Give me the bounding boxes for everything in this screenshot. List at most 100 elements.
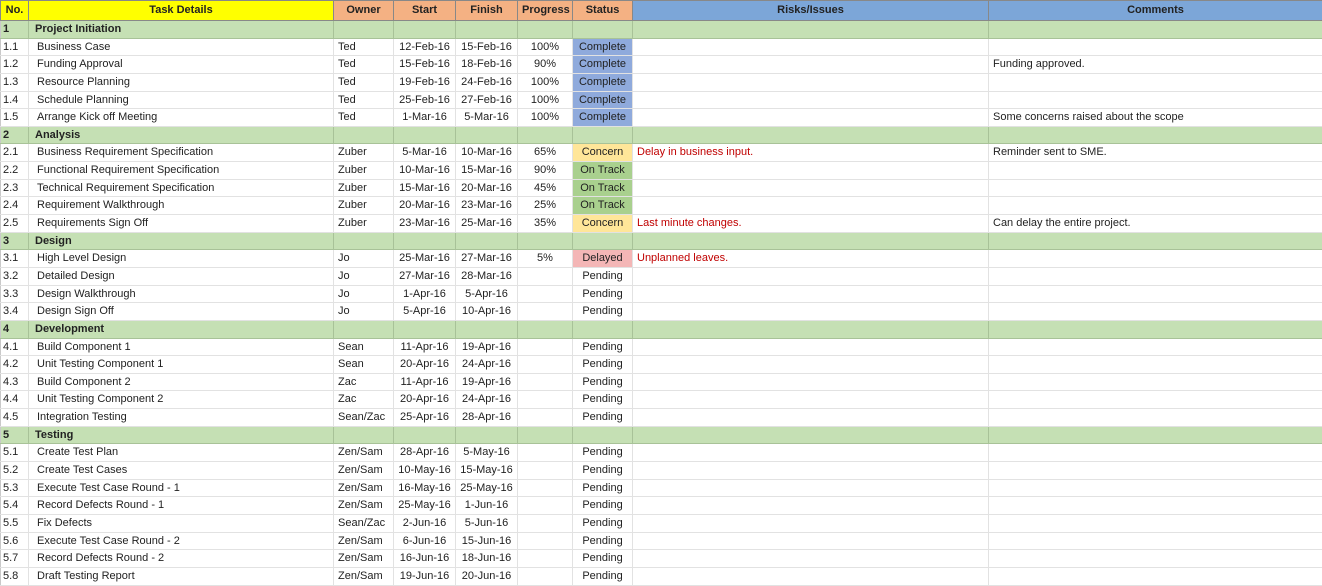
cell-comment[interactable]: Some concerns raised about the scope [989,109,1322,127]
cell-start[interactable] [394,232,456,250]
cell-progress[interactable]: 90% [518,162,573,180]
table-row[interactable]: 3.1High Level DesignJo25-Mar-1627-Mar-16… [1,250,1322,268]
col-header-comments[interactable]: Comments [989,1,1322,21]
cell-no[interactable]: 5.2 [1,462,29,480]
cell-no[interactable]: 3.1 [1,250,29,268]
cell-risk[interactable] [633,409,989,427]
cell-finish[interactable] [456,126,518,144]
cell-owner[interactable]: Ted [334,73,394,91]
task-table[interactable]: No. Task Details Owner Start Finish Prog… [0,0,1322,586]
cell-risk[interactable] [633,567,989,585]
cell-owner[interactable]: Zuber [334,215,394,233]
cell-progress[interactable] [518,409,573,427]
cell-status[interactable]: Pending [573,356,633,374]
cell-start[interactable]: 10-Mar-16 [394,162,456,180]
cell-no[interactable]: 5.1 [1,444,29,462]
table-row[interactable]: 1.4Schedule PlanningTed25-Feb-1627-Feb-1… [1,91,1322,109]
cell-owner[interactable] [334,426,394,444]
cell-task[interactable]: Testing [29,426,334,444]
cell-finish[interactable]: 1-Jun-16 [456,497,518,515]
cell-progress[interactable] [518,285,573,303]
cell-finish[interactable]: 24-Apr-16 [456,356,518,374]
cell-status[interactable]: Complete [573,56,633,74]
col-header-owner[interactable]: Owner [334,1,394,21]
table-row[interactable]: 2.5Requirements Sign OffZuber23-Mar-1625… [1,215,1322,233]
cell-finish[interactable]: 10-Mar-16 [456,144,518,162]
cell-task[interactable]: Integration Testing [29,409,334,427]
cell-task[interactable]: Create Test Plan [29,444,334,462]
cell-comment[interactable] [989,73,1322,91]
cell-risk[interactable] [633,320,989,338]
col-header-finish[interactable]: Finish [456,1,518,21]
cell-owner[interactable]: Zen/Sam [334,567,394,585]
cell-progress[interactable] [518,21,573,39]
table-row[interactable]: 5.7Record Defects Round - 2Zen/Sam16-Jun… [1,550,1322,568]
cell-owner[interactable] [334,126,394,144]
cell-owner[interactable]: Zuber [334,179,394,197]
cell-status[interactable]: Pending [573,550,633,568]
cell-start[interactable]: 6-Jun-16 [394,532,456,550]
cell-risk[interactable]: Last minute changes. [633,215,989,233]
cell-progress[interactable] [518,426,573,444]
cell-progress[interactable]: 100% [518,73,573,91]
cell-progress[interactable]: 65% [518,144,573,162]
cell-comment[interactable] [989,356,1322,374]
cell-risk[interactable] [633,426,989,444]
cell-progress[interactable] [518,126,573,144]
cell-owner[interactable]: Zuber [334,162,394,180]
cell-status[interactable]: On Track [573,162,633,180]
table-row[interactable]: 2.3Technical Requirement SpecificationZu… [1,179,1322,197]
cell-risk[interactable] [633,21,989,39]
cell-task[interactable]: Resource Planning [29,73,334,91]
col-header-no[interactable]: No. [1,1,29,21]
cell-owner[interactable]: Zuber [334,197,394,215]
cell-comment[interactable] [989,179,1322,197]
cell-start[interactable]: 25-Feb-16 [394,91,456,109]
cell-risk[interactable] [633,179,989,197]
cell-risk[interactable] [633,356,989,374]
cell-no[interactable]: 3.3 [1,285,29,303]
cell-progress[interactable]: 25% [518,197,573,215]
cell-status[interactable]: Pending [573,497,633,515]
cell-status[interactable] [573,126,633,144]
cell-task[interactable]: Design Walkthrough [29,285,334,303]
cell-risk[interactable]: Unplanned leaves. [633,250,989,268]
cell-task[interactable]: Fix Defects [29,514,334,532]
cell-risk[interactable] [633,285,989,303]
cell-comment[interactable] [989,497,1322,515]
cell-owner[interactable]: Ted [334,38,394,56]
table-row[interactable]: 2.1Business Requirement SpecificationZub… [1,144,1322,162]
cell-status[interactable]: Concern [573,215,633,233]
cell-finish[interactable]: 19-Apr-16 [456,338,518,356]
cell-task[interactable]: Functional Requirement Specification [29,162,334,180]
cell-progress[interactable] [518,550,573,568]
cell-risk[interactable] [633,91,989,109]
cell-start[interactable]: 19-Jun-16 [394,567,456,585]
cell-status[interactable]: Concern [573,144,633,162]
cell-comment[interactable]: Can delay the entire project. [989,215,1322,233]
cell-progress[interactable]: 100% [518,91,573,109]
cell-start[interactable]: 27-Mar-16 [394,267,456,285]
col-header-status[interactable]: Status [573,1,633,21]
cell-comment[interactable] [989,126,1322,144]
cell-status[interactable]: Pending [573,462,633,480]
cell-start[interactable]: 28-Apr-16 [394,444,456,462]
cell-no[interactable]: 5.6 [1,532,29,550]
table-row[interactable]: 3.4Design Sign OffJo5-Apr-1610-Apr-16Pen… [1,303,1322,321]
cell-start[interactable]: 5-Apr-16 [394,303,456,321]
cell-owner[interactable]: Zen/Sam [334,444,394,462]
cell-risk[interactable] [633,162,989,180]
cell-start[interactable]: 5-Mar-16 [394,144,456,162]
cell-risk[interactable] [633,391,989,409]
cell-finish[interactable]: 5-Jun-16 [456,514,518,532]
cell-comment[interactable] [989,373,1322,391]
col-header-risks[interactable]: Risks/Issues [633,1,989,21]
cell-no[interactable]: 2.5 [1,215,29,233]
cell-progress[interactable] [518,232,573,250]
cell-task[interactable]: Build Component 1 [29,338,334,356]
cell-comment[interactable] [989,285,1322,303]
cell-risk[interactable] [633,550,989,568]
cell-comment[interactable] [989,197,1322,215]
cell-finish[interactable]: 15-Feb-16 [456,38,518,56]
cell-task[interactable]: Requirement Walkthrough [29,197,334,215]
